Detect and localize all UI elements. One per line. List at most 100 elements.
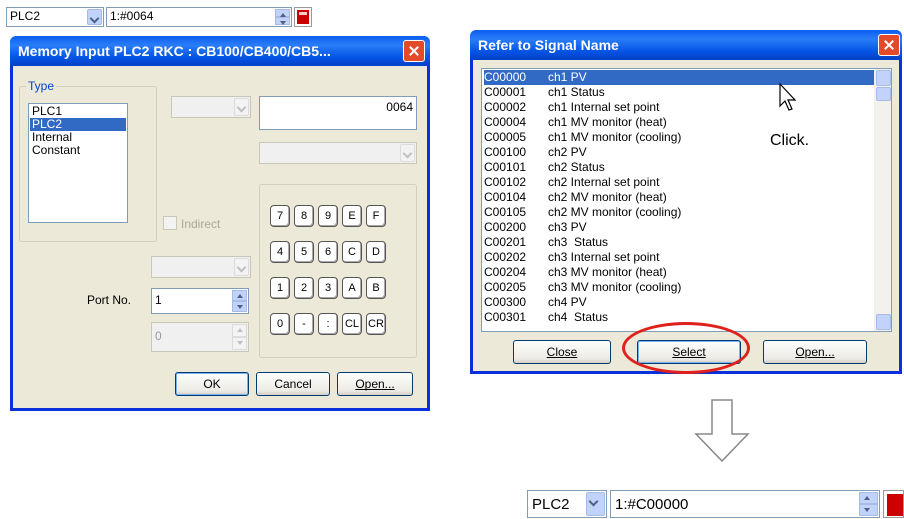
port-input[interactable]: 1	[151, 288, 249, 314]
signal-list-scrollbar[interactable]	[874, 69, 891, 331]
type-item-constant[interactable]: Constant	[30, 144, 126, 157]
signal-code: C00201	[484, 235, 527, 249]
signal-row[interactable]: C00205 ch3 MV monitor (cooling)	[484, 280, 874, 295]
click-instruction: Click.	[770, 132, 810, 149]
key-colon[interactable]: :	[318, 313, 338, 335]
signal-row[interactable]: C00104 ch2 MV monitor (heat)	[484, 190, 874, 205]
signal-row[interactable]: C00201 ch3 Status	[484, 235, 874, 250]
signal-row[interactable]: C00200 ch3 PV	[484, 220, 874, 235]
signal-row[interactable]: C00001 ch1 Status	[484, 85, 874, 100]
key-f[interactable]: F	[366, 205, 386, 227]
open-button[interactable]: Open...	[763, 340, 867, 364]
key-b[interactable]: B	[366, 277, 386, 299]
signal-code: C00102	[484, 175, 527, 189]
signal-dialog-titlebar: Refer to Signal Name	[470, 30, 902, 60]
signal-row[interactable]: C00204 ch3 MV monitor (heat)	[484, 265, 874, 280]
open-button-label: Open...	[795, 345, 835, 359]
device-select	[171, 96, 251, 118]
signal-name: ch1 PV	[548, 70, 587, 84]
signal-row[interactable]: C00002 ch1 Internal set point	[484, 100, 874, 115]
key-1[interactable]: 1	[270, 277, 290, 299]
signal-row[interactable]: C00300 ch4 PV	[484, 295, 874, 310]
key-8[interactable]: 8	[294, 205, 314, 227]
dialog-title: Memory Input PLC2 RKC : CB100/CB400/CB5.…	[18, 43, 331, 59]
signal-row[interactable]: C00105 ch2 MV monitor (cooling)	[484, 205, 874, 220]
key-minus[interactable]: -	[294, 313, 314, 335]
signal-code: C00202	[484, 250, 527, 264]
signal-name: ch2 PV	[548, 145, 587, 159]
close-button-label: Close	[546, 345, 578, 359]
close-icon[interactable]	[403, 40, 425, 62]
key-5[interactable]: 5	[294, 241, 314, 263]
signal-row[interactable]: C00101 ch2 Status	[484, 160, 874, 175]
signal-name: ch2 Internal set point	[548, 175, 660, 189]
signal-code: C00204	[484, 265, 527, 279]
key-cl[interactable]: CL	[342, 313, 362, 335]
signal-name: ch4 PV	[548, 295, 587, 309]
signal-name: ch3 Status	[548, 235, 609, 249]
signal-row[interactable]: C00005 ch1 MV monitor (cooling)	[484, 130, 874, 145]
address-field[interactable]: 1:#0064	[106, 7, 292, 27]
plc-select[interactable]: PLC2	[6, 7, 104, 27]
key-0[interactable]: 0	[270, 313, 290, 335]
address-field-result[interactable]: 1:#C00000	[610, 490, 880, 518]
memory-input-titlebar: Memory Input PLC2 RKC : CB100/CB400/CB5.…	[10, 36, 430, 66]
signal-code: C00200	[484, 220, 527, 234]
calculator-icon[interactable]	[883, 490, 904, 518]
open-button-label: Open...	[355, 377, 395, 391]
down-arrow-icon	[694, 399, 750, 463]
signal-row[interactable]: C00100 ch2 PV	[484, 145, 874, 160]
close-icon[interactable]	[878, 34, 900, 56]
key-2[interactable]: 2	[294, 277, 314, 299]
port-spinner[interactable]	[232, 290, 247, 312]
key-9[interactable]: 9	[318, 205, 338, 227]
key-7[interactable]: 7	[270, 205, 290, 227]
open-button[interactable]: Open...	[337, 372, 413, 396]
signal-code: C00301	[484, 310, 527, 324]
address-input[interactable]: 0064	[259, 96, 417, 130]
signal-name: ch3 MV monitor (heat)	[548, 265, 667, 279]
signal-list[interactable]: C00000 ch1 PV C00001 ch1 Status C00002 ch1 In…	[481, 68, 892, 332]
signal-name: ch1 Internal set point	[548, 100, 660, 114]
close-button[interactable]: Close	[513, 340, 611, 364]
signal-row[interactable]: C00004 ch1 MV monitor (heat)	[484, 115, 874, 130]
signal-row[interactable]: C00102 ch2 Internal set point	[484, 175, 874, 190]
ok-button[interactable]: OK	[175, 372, 249, 396]
disabled-spinner	[232, 324, 247, 350]
signal-name: ch3 Internal set point	[548, 250, 660, 264]
key-c[interactable]: C	[342, 241, 362, 263]
port-input-value: 1	[155, 293, 162, 307]
type-list[interactable]: PLC1 PLC2 Internal Constant	[28, 103, 128, 223]
address-spinner[interactable]	[275, 9, 290, 25]
address-result-spinner[interactable]	[859, 492, 878, 516]
key-d[interactable]: D	[366, 241, 386, 263]
signal-name: ch3 MV monitor (cooling)	[548, 280, 682, 294]
key-a[interactable]: A	[342, 277, 362, 299]
signal-code: C00001	[484, 85, 527, 99]
signal-row[interactable]: C00000 ch1 PV	[484, 70, 874, 85]
keypad-group: 7 8 9 E F 4 5 6 C D 1 2 3 A B 0 - : CL C…	[259, 184, 417, 358]
signal-row[interactable]: C00202 ch3 Internal set point	[484, 250, 874, 265]
scroll-up-arrow[interactable]	[876, 70, 891, 86]
chevron-down-icon[interactable]	[87, 9, 102, 25]
plc-select-result-value: PLC2	[532, 496, 570, 513]
port-label: Port No.	[87, 293, 132, 307]
plc-select-result[interactable]: PLC2	[527, 490, 607, 518]
cancel-button[interactable]: Cancel	[256, 372, 330, 396]
signal-dialog-title: Refer to Signal Name	[478, 37, 619, 53]
type-group-label: Type	[26, 79, 57, 93]
tertiary-select	[151, 256, 251, 278]
key-cr[interactable]: CR	[366, 313, 386, 335]
chevron-down-icon	[234, 98, 249, 116]
chevron-down-icon[interactable]	[586, 492, 605, 516]
scroll-thumb[interactable]	[876, 87, 891, 101]
key-6[interactable]: 6	[318, 241, 338, 263]
signal-name: ch4 Status	[548, 310, 609, 324]
signal-name: ch1 Status	[548, 85, 605, 99]
key-e[interactable]: E	[342, 205, 362, 227]
calculator-icon[interactable]	[294, 7, 312, 27]
signal-code: C00005	[484, 130, 527, 144]
key-3[interactable]: 3	[318, 277, 338, 299]
key-4[interactable]: 4	[270, 241, 290, 263]
scroll-down-arrow[interactable]	[876, 314, 891, 330]
